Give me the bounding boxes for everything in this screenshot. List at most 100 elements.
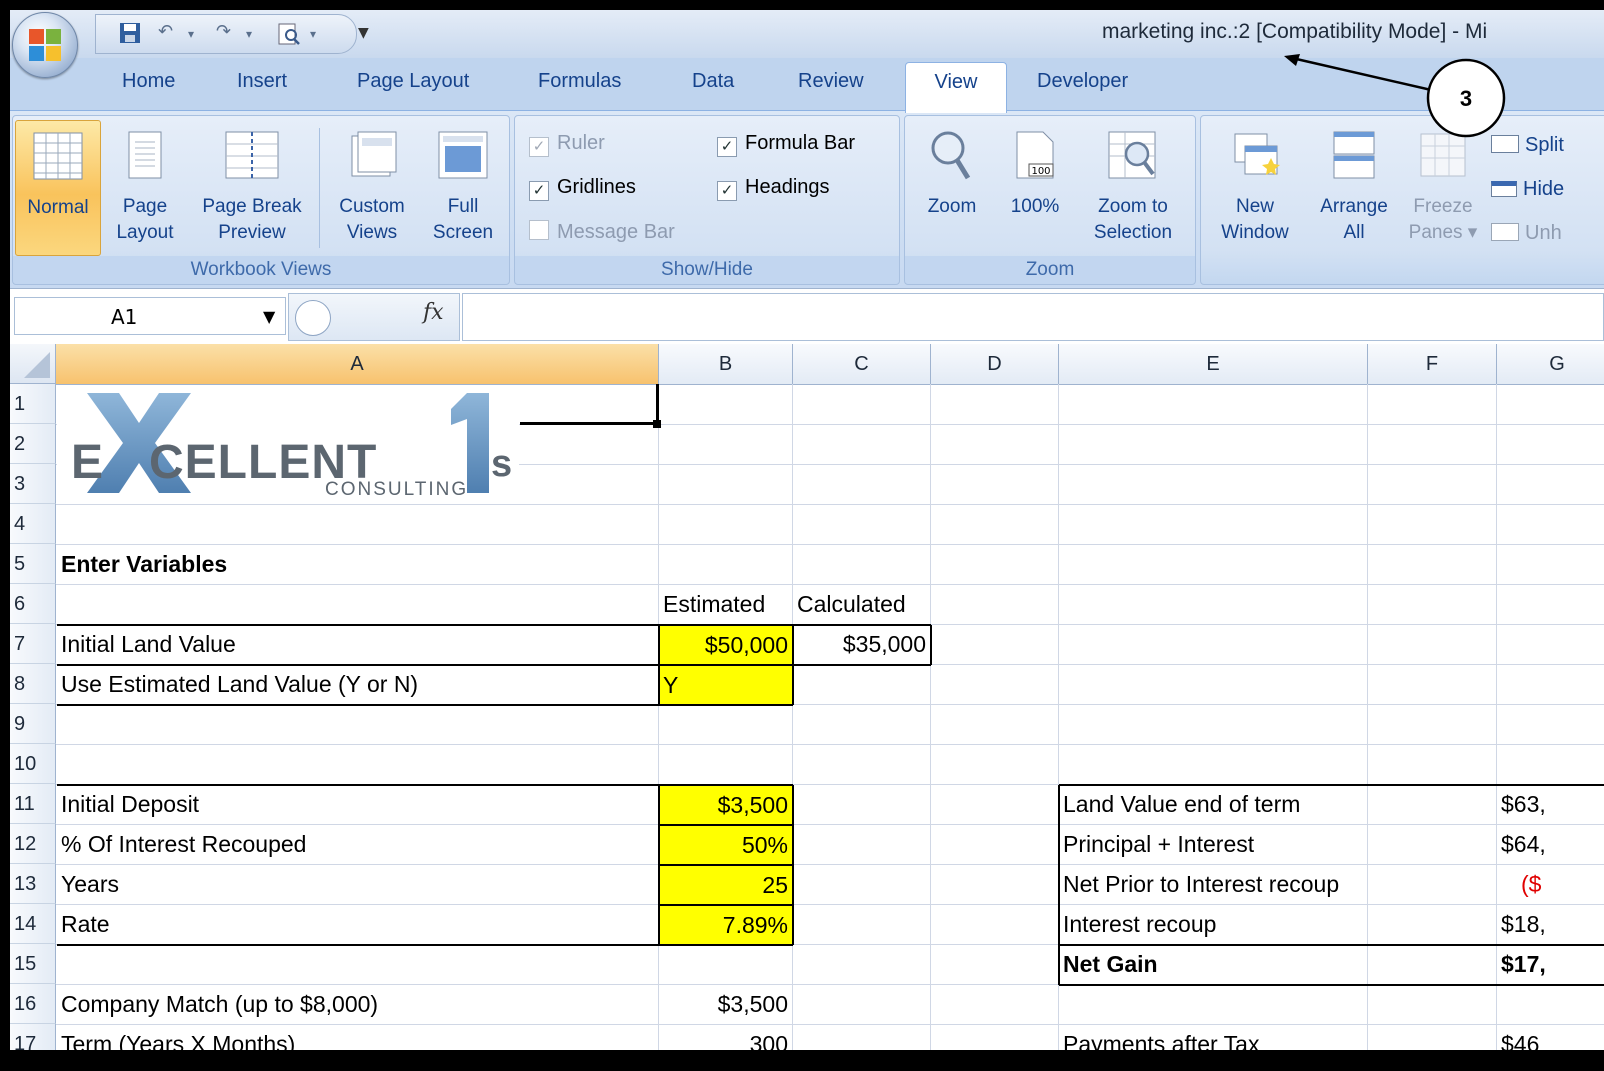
save-icon[interactable] <box>118 21 142 47</box>
cell-g14[interactable]: $18, <box>1497 904 1604 944</box>
active-cell-border-right <box>656 384 659 424</box>
formula-buttons: fx <box>288 293 460 341</box>
split-label: Split <box>1525 134 1564 156</box>
cell-b16[interactable]: $3,500 <box>659 984 792 1024</box>
cell-b17[interactable]: 300 <box>659 1024 792 1050</box>
cell-b11[interactable]: $3,500 <box>659 785 792 824</box>
insert-function-icon[interactable]: fx <box>423 300 444 325</box>
quick-access-toolbar: ↶ ▾ ↷ ▾ ▾ ▼ <box>95 14 369 54</box>
tab-page-layout[interactable]: Page Layout <box>357 70 469 93</box>
cell-e17[interactable]: Payments after Tax <box>1059 1024 1367 1050</box>
office-logo-icon <box>29 29 61 61</box>
cell-b7[interactable]: $50,000 <box>659 625 792 664</box>
redo-icon[interactable]: ↷ <box>216 21 231 47</box>
office-button[interactable] <box>12 12 78 78</box>
zoom-100-icon-text: 100 <box>1031 166 1050 177</box>
logo-letter-e: E <box>71 436 105 489</box>
cell-g15[interactable]: $17, <box>1497 944 1604 984</box>
cell-e13[interactable]: Net Prior to Interest recoup <box>1059 864 1367 904</box>
message-bar-label: Message Bar <box>557 221 675 243</box>
zoom-to-selection-button[interactable]: Zoom to Selection <box>1075 120 1191 254</box>
freeze-panes-label-1: Freeze <box>1413 196 1473 217</box>
tab-view[interactable]: View <box>905 62 1007 113</box>
page-break-label-1: Page Break <box>202 196 302 217</box>
cell-a8[interactable]: Use Estimated Land Value (Y or N) <box>57 664 658 704</box>
message-bar-checkbox[interactable]: Message Bar <box>529 220 675 244</box>
cell-e14[interactable]: Interest recoup <box>1059 904 1367 944</box>
cell-g17[interactable]: $46 <box>1497 1024 1604 1050</box>
normal-view-button[interactable]: Normal <box>15 120 101 256</box>
group-label-zoom: Zoom <box>905 256 1195 284</box>
hide-label: Hide <box>1523 178 1565 200</box>
page-break-preview-button[interactable]: Page Break Preview <box>191 120 313 254</box>
page-layout-label-2: Layout <box>116 222 174 243</box>
redo-dropdown-icon[interactable]: ▾ <box>246 27 252 53</box>
fill-handle[interactable] <box>653 420 661 428</box>
ruler-checkbox[interactable]: ✓ Ruler <box>529 132 605 157</box>
arrange-all-label-2: All <box>1343 222 1365 243</box>
formula-input[interactable] <box>462 293 1604 341</box>
chevron-down-icon[interactable]: ▼ <box>263 307 275 326</box>
cell-c7[interactable]: $35,000 <box>793 624 930 664</box>
cell-e15[interactable]: Net Gain <box>1059 944 1367 984</box>
custom-views-button[interactable]: Custom Views <box>327 120 417 254</box>
cell-a13[interactable]: Years <box>57 864 658 904</box>
cell-b14[interactable]: 7.89% <box>659 905 792 944</box>
cell-a12[interactable]: % Of Interest Recouped <box>57 824 658 864</box>
formula-bar-check-icon: ✓ <box>717 137 737 157</box>
customize-qat-icon[interactable]: ▼ <box>358 25 369 51</box>
tab-review[interactable]: Review <box>798 70 864 93</box>
cell-a14[interactable]: Rate <box>57 904 658 944</box>
headings-checkbox[interactable]: ✓ Headings <box>717 176 830 201</box>
tab-data[interactable]: Data <box>692 70 734 93</box>
cell-b12[interactable]: 50% <box>659 825 792 864</box>
cell-b13[interactable]: 25 <box>659 865 792 904</box>
worksheet-grid[interactable]: A B C D E F G 1 2 3 4 5 6 7 8 9 10 11 12… <box>10 344 1604 1050</box>
preview-dropdown-icon[interactable]: ▾ <box>310 27 316 53</box>
group-separator <box>319 128 320 248</box>
tab-insert[interactable]: Insert <box>237 70 287 93</box>
cell-a11[interactable]: Initial Deposit <box>57 784 658 824</box>
gridlines-check-icon: ✓ <box>529 181 549 201</box>
tab-developer[interactable]: Developer <box>1037 70 1128 93</box>
name-box[interactable]: A1 ▼ <box>14 297 286 335</box>
cell-e11[interactable]: Land Value end of term <box>1059 784 1367 824</box>
resize-handle-icon[interactable] <box>295 300 331 336</box>
zoom-100-label: 100% <box>1010 196 1060 217</box>
cell-c6[interactable]: Calculated <box>793 584 930 624</box>
cell-e12[interactable]: Principal + Interest <box>1059 824 1367 864</box>
cell-g13[interactable]: ($ <box>1497 864 1604 904</box>
normal-view-icon <box>33 132 83 180</box>
tab-formulas[interactable]: Formulas <box>538 70 621 93</box>
hide-icon <box>1491 181 1517 197</box>
gridlines-checkbox[interactable]: ✓ Gridlines <box>529 176 636 201</box>
normal-view-label: Normal <box>27 197 89 218</box>
tab-home[interactable]: Home <box>122 70 175 93</box>
zoom-100-icon: 100 <box>1016 131 1054 179</box>
full-screen-button[interactable]: Full Screen <box>421 120 505 254</box>
cell-g12[interactable]: $64, <box>1497 824 1604 864</box>
undo-icon[interactable]: ↶ <box>158 21 173 47</box>
group-workbook-views: Normal Page Layout Page Break Preview Cu… <box>12 115 510 285</box>
undo-dropdown-icon[interactable]: ▾ <box>188 27 194 53</box>
formula-bar-checkbox[interactable]: ✓ Formula Bar <box>717 132 855 157</box>
headings-label: Headings <box>745 176 830 198</box>
freeze-panes-label-2: Panes ▾ <box>1408 222 1478 243</box>
cell-b8[interactable]: Y <box>659 665 792 704</box>
cell-g11[interactable]: $63, <box>1497 784 1604 824</box>
zoom-button[interactable]: Zoom <box>909 120 995 254</box>
cell-a7[interactable]: Initial Land Value <box>57 624 658 664</box>
hide-button[interactable]: Hide <box>1491 178 1564 201</box>
formula-bar: A1 ▼ fx <box>10 288 1604 346</box>
group-zoom: Zoom 100 100% Zoom to Selection Zoom <box>904 115 1196 285</box>
zoom-100-button[interactable]: 100 100% <box>997 120 1073 254</box>
cell-b6[interactable]: Estimated <box>659 584 792 624</box>
cell-a5[interactable]: Enter Variables <box>57 544 658 584</box>
group-label-show-hide: Show/Hide <box>515 256 899 284</box>
cell-a16[interactable]: Company Match (up to $8,000) <box>57 984 658 1024</box>
unhide-button[interactable]: Unh <box>1491 222 1562 245</box>
page-break-preview-icon <box>225 131 279 179</box>
cell-a17[interactable]: Term (Years X Months) <box>57 1024 658 1050</box>
print-preview-icon[interactable] <box>276 21 302 47</box>
page-layout-view-button[interactable]: Page Layout <box>105 120 185 254</box>
